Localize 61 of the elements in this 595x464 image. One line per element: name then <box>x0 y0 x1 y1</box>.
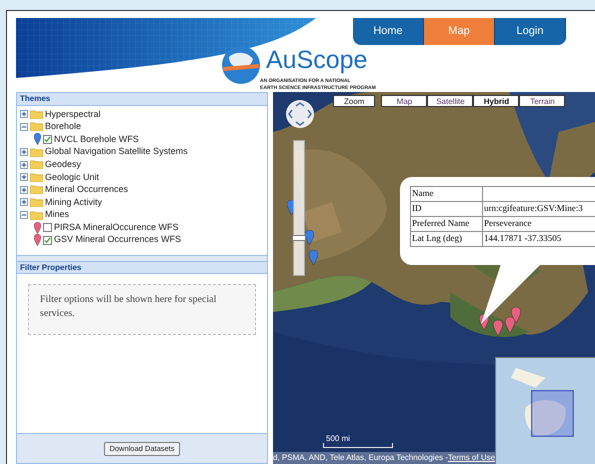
checkbox[interactable] <box>43 223 52 232</box>
folder-icon <box>30 210 43 220</box>
checkbox[interactable] <box>43 134 52 144</box>
scale-label: 500 mi <box>325 434 352 443</box>
map-marker-icon <box>309 250 318 265</box>
nav-tab[interactable]: Login <box>495 18 566 45</box>
zoom-button[interactable]: Zoom <box>333 95 376 107</box>
tree-item[interactable]: Mineral Occurrences <box>45 183 128 197</box>
folder-icon <box>30 185 43 194</box>
table-cell: ID <box>410 202 482 216</box>
tree-item[interactable]: GSV Mineral Occurrences WFS <box>54 233 182 247</box>
table-cell: Name <box>410 186 482 202</box>
tree-item[interactable]: Hyperspectral <box>45 108 101 122</box>
map-marker-icon <box>493 320 503 336</box>
checkbox[interactable] <box>43 236 52 245</box>
tree-item[interactable]: Mines <box>45 208 70 222</box>
table-cell: Lat Lng (deg) <box>410 232 482 246</box>
expand-icon[interactable] <box>20 186 28 194</box>
filter-message: Filter options will be shown here for special services. <box>40 293 218 321</box>
expand-icon[interactable] <box>20 110 28 118</box>
map-marker-icon <box>511 307 521 323</box>
expand-icon[interactable] <box>20 148 28 156</box>
tree-item[interactable]: Global Navigation Satellite Systems <box>45 145 188 159</box>
map-marker-icon <box>505 317 515 333</box>
panel-header: Filter Properties <box>17 261 267 274</box>
collapse-icon[interactable] <box>20 122 28 131</box>
folder-icon <box>30 198 43 207</box>
scale-bar <box>323 443 393 448</box>
tree-item[interactable]: Borehole <box>45 120 82 134</box>
folder-icon <box>30 122 43 132</box>
logo-text: AuScope <box>266 48 368 73</box>
terms-of-use-link[interactable]: Terms of Use <box>448 452 496 464</box>
expand-icon[interactable] <box>20 198 28 206</box>
tree-item[interactable]: Mining Activity <box>45 196 102 210</box>
collapse-icon[interactable] <box>20 211 28 220</box>
map-type-button[interactable]: Hybrid <box>473 95 520 107</box>
map-attribution: d, PSMA, AND, Tele Atlas, Europa Technologies - <box>273 452 448 464</box>
pan-control-icon[interactable] <box>285 99 315 129</box>
globe-logo-icon <box>221 45 261 85</box>
pin-icon <box>34 133 41 146</box>
overview-map[interactable] <box>495 357 595 464</box>
table-cell: urn:cgifeature:GSV:Mine:3 <box>482 202 595 216</box>
folder-icon <box>30 148 43 157</box>
table-cell: Preferred Name <box>410 216 482 232</box>
map-type-button[interactable]: Satellite <box>427 95 474 107</box>
zoom-slider[interactable] <box>293 140 305 276</box>
tree-item[interactable]: Geodesy <box>45 158 82 172</box>
expand-icon[interactable] <box>20 160 28 169</box>
zoom-slider-thumb[interactable] <box>292 234 306 241</box>
map-type-button[interactable]: Terrain <box>519 95 566 107</box>
folder-icon <box>30 172 43 182</box>
nav-tab[interactable]: Home <box>353 18 424 45</box>
tree-item[interactable]: NVCL Borehole WFS <box>54 132 139 146</box>
tree-item[interactable]: Geologic Unit <box>45 170 100 184</box>
map-type-button[interactable]: Map <box>381 95 428 107</box>
map-marker-icon <box>305 230 314 245</box>
tree-item[interactable]: PIRSA MineralOccurence WFS <box>54 220 179 234</box>
folder-icon <box>30 110 43 119</box>
expand-icon[interactable] <box>20 173 28 182</box>
panel-header: Themes <box>17 93 267 106</box>
folder-icon <box>30 160 43 170</box>
